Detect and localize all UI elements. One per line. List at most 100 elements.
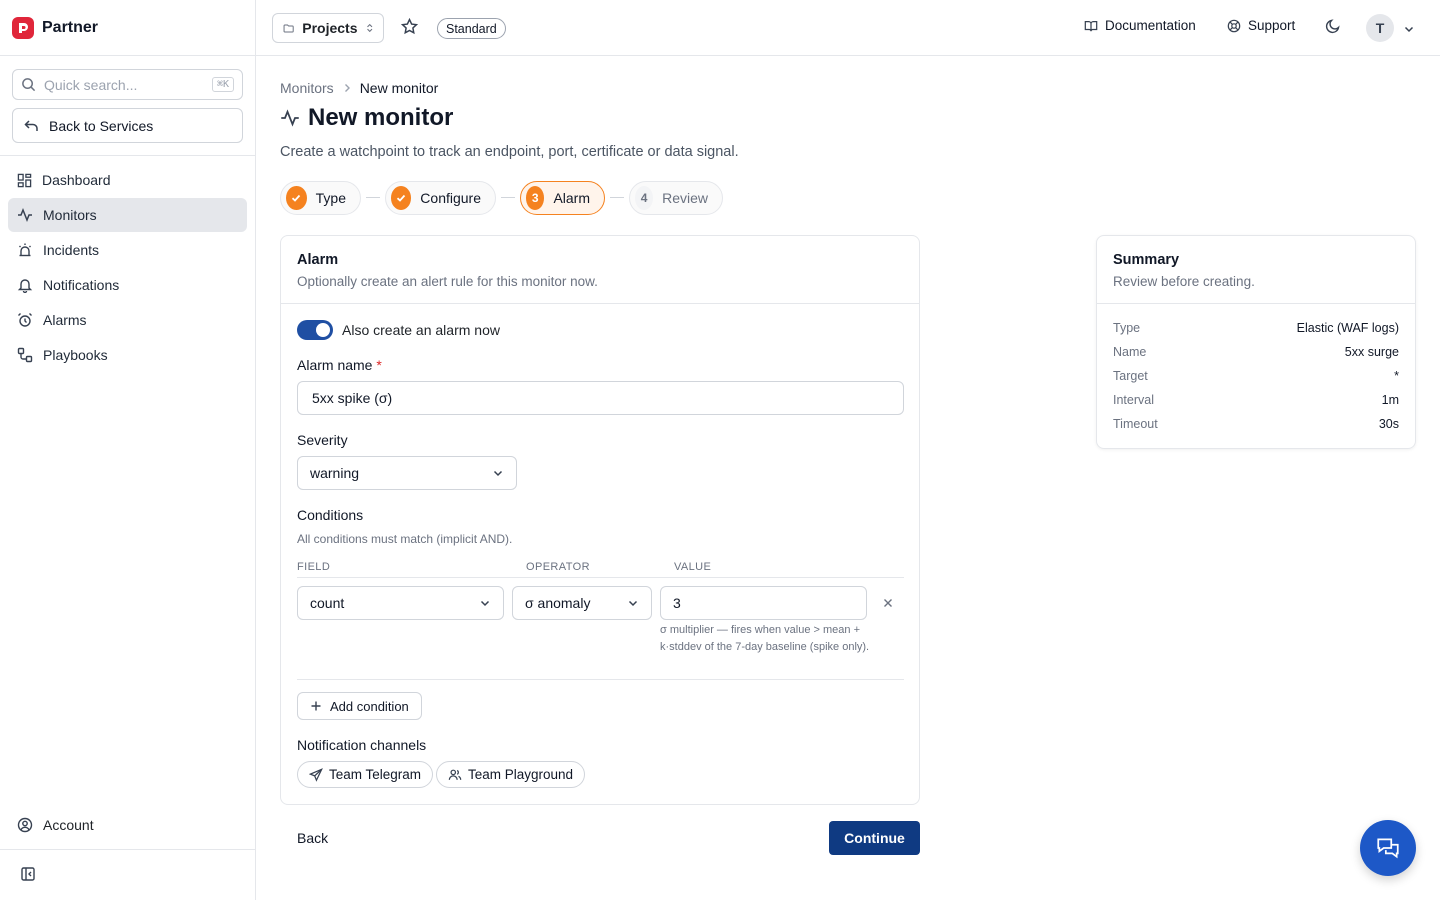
back-button[interactable]: Back	[297, 830, 328, 846]
project-selector-label: Projects	[302, 20, 358, 36]
bell-icon	[17, 279, 33, 293]
condition-field-select[interactable]: count	[297, 586, 504, 620]
step-connector	[610, 197, 624, 198]
conditions-label: Conditions	[297, 507, 364, 523]
documentation-label: Documentation	[1105, 18, 1196, 33]
summary-row: Timeout 30s	[1113, 417, 1399, 431]
column-header-value: VALUE	[674, 561, 712, 573]
sidebar-item-label: Playbooks	[43, 347, 108, 363]
step-connector	[501, 197, 515, 198]
condition-value-input[interactable]: 3	[660, 586, 867, 620]
condition-help-text: σ multiplier — fires when value > mean +…	[660, 624, 870, 653]
back-to-services-label: Back to Services	[49, 117, 154, 134]
chevron-down-icon	[628, 600, 638, 607]
chevron-down-icon	[493, 470, 503, 477]
chevron-down-icon	[480, 600, 490, 607]
sidebar-item-incidents[interactable]: Incidents	[8, 233, 247, 267]
step-check-icon	[391, 186, 412, 210]
remove-condition-button[interactable]	[881, 596, 895, 613]
summary-key: Timeout	[1113, 417, 1158, 431]
sidebar-item-playbooks[interactable]: Playbooks	[8, 338, 247, 372]
activity-icon	[18, 207, 32, 223]
collapse-sidebar-button[interactable]	[20, 866, 36, 885]
severity-select[interactable]: warning	[297, 456, 517, 490]
condition-value: 3	[673, 595, 681, 611]
step-number: 4	[635, 186, 654, 210]
support-link[interactable]: Support	[1227, 18, 1295, 33]
brand[interactable]: Partner	[0, 0, 255, 56]
sidebar-item-label: Monitors	[43, 207, 97, 223]
user-menu-button[interactable]	[1403, 22, 1415, 38]
alarm-clock-icon	[18, 313, 32, 327]
plus-icon	[311, 701, 321, 711]
chat-button[interactable]	[1360, 820, 1416, 876]
theme-toggle-button[interactable]	[1325, 18, 1341, 37]
documentation-link[interactable]: Documentation	[1084, 18, 1196, 33]
alarm-card-title: Alarm	[297, 252, 339, 268]
breadcrumb-monitors-link[interactable]: Monitors	[280, 80, 334, 96]
channel-chip-label: Team Playground	[468, 767, 574, 782]
channel-chip-team-playground[interactable]: Team Playground	[436, 761, 586, 788]
alarm-name-label-text: Alarm name	[297, 357, 373, 373]
create-alarm-toggle-label: Also create an alarm now	[342, 322, 500, 338]
continue-button[interactable]: Continue	[829, 821, 920, 855]
add-condition-button[interactable]: Add condition	[297, 692, 422, 720]
summary-description: Review before creating.	[1113, 274, 1255, 289]
chevron-down-icon	[1404, 26, 1414, 33]
summary-row: Name 5xx surge	[1113, 345, 1399, 359]
alarm-card-header: Alarm Optionally create an alert rule fo…	[281, 236, 919, 304]
condition-operator-value: σ anomaly	[525, 595, 591, 611]
alarm-name-field[interactable]: 5xx spike (σ)	[297, 381, 904, 415]
step-review[interactable]: 4 Review	[629, 181, 723, 215]
sidebar-item-monitors[interactable]: Monitors	[8, 198, 247, 232]
step-type[interactable]: Type	[280, 181, 361, 215]
column-header-operator: OPERATOR	[526, 561, 590, 573]
summary-value: *	[1394, 369, 1399, 383]
summary-card-header: Summary Review before creating.	[1097, 236, 1415, 304]
sidebar-item-alarms[interactable]: Alarms	[8, 303, 247, 337]
sidebar-item-notifications[interactable]: Notifications	[8, 268, 247, 302]
plan-badge: Standard	[437, 18, 506, 39]
send-icon	[309, 767, 323, 782]
back-to-services-button[interactable]: Back to Services	[12, 108, 243, 143]
summary-row: Type Elastic (WAF logs)	[1113, 321, 1399, 335]
summary-value: 30s	[1378, 417, 1399, 431]
create-alarm-toggle-row: Also create an alarm now	[297, 320, 500, 340]
user-circle-icon	[17, 817, 33, 833]
favorite-button[interactable]	[400, 17, 419, 38]
severity-value: warning	[310, 465, 360, 481]
life-buoy-icon	[1227, 19, 1241, 32]
support-label: Support	[1248, 18, 1296, 33]
sidebar-item-dashboard[interactable]: Dashboard	[8, 163, 247, 197]
avatar[interactable]: T	[1366, 14, 1394, 42]
severity-label: Severity	[297, 432, 348, 448]
chevrons-up-down-icon	[366, 23, 372, 33]
close-icon	[884, 599, 892, 607]
step-alarm[interactable]: 3 Alarm	[520, 181, 605, 215]
sidebar-item-label: Incidents	[43, 242, 100, 258]
step-label: Configure	[420, 190, 481, 206]
corner-up-left-icon	[24, 119, 38, 131]
channel-chip-team-telegram[interactable]: Team Telegram	[297, 761, 434, 788]
condition-field-value: count	[310, 595, 345, 611]
brand-name: Partner	[42, 18, 99, 36]
search-input[interactable]: Quick search... ⌘K	[12, 69, 243, 100]
alarm-name-value: 5xx spike (σ)	[312, 390, 393, 406]
folder-icon	[283, 23, 294, 33]
step-label: Review	[662, 190, 708, 206]
page-title-text: New monitor	[308, 104, 454, 131]
alarm-card: Alarm Optionally create an alert rule fo…	[280, 235, 920, 805]
column-header-field: FIELD	[297, 561, 331, 573]
sidebar-item-account[interactable]: Account	[8, 808, 247, 842]
step-number: 3	[526, 186, 545, 210]
step-configure[interactable]: Configure	[385, 181, 496, 215]
summary-key: Target	[1113, 369, 1148, 383]
step-label: Type	[315, 190, 346, 206]
chevron-right-icon	[344, 84, 350, 92]
workflow-icon	[17, 347, 33, 363]
create-alarm-toggle[interactable]	[297, 320, 333, 340]
project-selector[interactable]: Projects	[272, 13, 384, 43]
condition-operator-select[interactable]: σ anomaly	[512, 586, 652, 620]
alarm-name-label: Alarm name *	[297, 357, 382, 373]
moon-icon	[1325, 19, 1340, 34]
